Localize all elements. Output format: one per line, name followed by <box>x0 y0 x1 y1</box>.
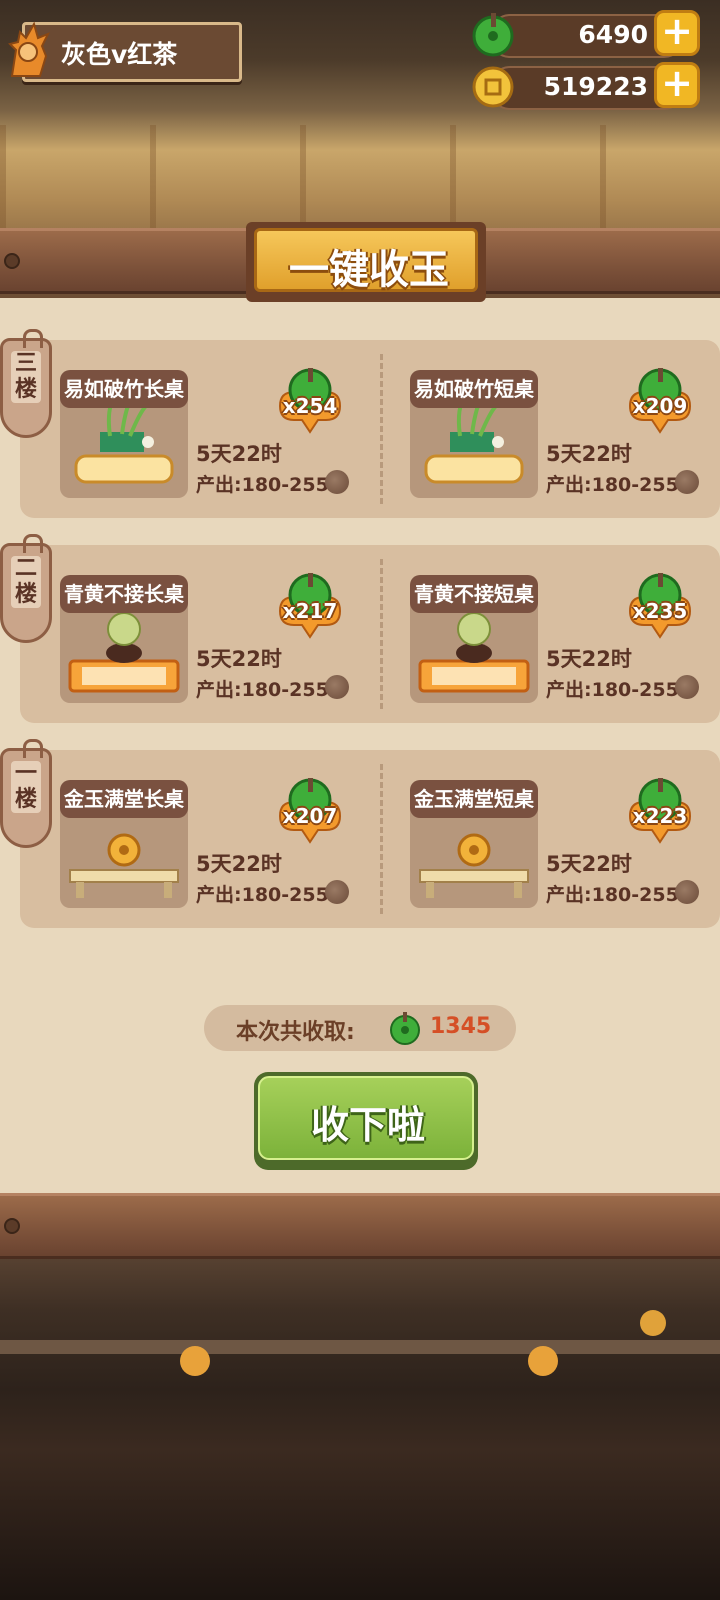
gold-disc-decoration <box>528 1346 558 1376</box>
table-card[interactable]: 金玉满堂长桌 x207 5天22时 产出:180-255 <box>20 750 350 928</box>
floor-tag: 二楼 <box>0 534 52 643</box>
table-name: 青黄不接长桌 <box>60 575 188 613</box>
table-card[interactable]: 易如破竹长桌 x254 5天22时 产出:180-255 <box>20 340 350 518</box>
coin-currency-bar: 519223 + <box>472 62 700 110</box>
player-name-panel[interactable]: 灰色v红茶 <box>22 22 242 82</box>
gold-disc-decoration <box>180 1346 210 1376</box>
player-name: 灰色v红茶 <box>61 40 178 69</box>
timer-text: 5天22时 <box>546 442 632 466</box>
jade-count-badge: x209 <box>624 366 696 436</box>
jade-count-badge: x217 <box>274 571 346 641</box>
floor-tag: 一楼 <box>0 739 52 848</box>
collect-button[interactable]: 收下啦 <box>254 1072 478 1170</box>
timer-text: 5天22时 <box>196 852 282 876</box>
jade-count-badge: x207 <box>274 776 346 846</box>
timer-text: 5天22时 <box>546 852 632 876</box>
jade-count-badge: x235 <box>624 571 696 641</box>
floor-section: 青黄不接长桌 x217 5天22时 产出:180-255 青黄不接短桌 x235… <box>20 545 720 723</box>
total-value: 1345 <box>430 1014 492 1039</box>
ore-icon <box>675 880 699 904</box>
lantern-decoration <box>640 1310 666 1336</box>
page-title: 一键收玉 <box>289 247 449 293</box>
jade-count-badge: x223 <box>624 776 696 846</box>
table-name: 易如破竹长桌 <box>60 370 188 408</box>
player-avatar-icon[interactable] <box>4 16 52 78</box>
jade-icon <box>390 1012 420 1045</box>
table-card[interactable]: 青黄不接短桌 x235 5天22时 产出:180-255 <box>370 545 700 723</box>
output-range: 产出:180-255 <box>196 679 329 701</box>
total-collected: 本次共收取: 1345 <box>204 1005 516 1051</box>
jade-count-badge: x254 <box>274 366 346 436</box>
table-card[interactable]: 青黄不接长桌 x217 5天22时 产出:180-255 <box>20 545 350 723</box>
ore-icon <box>325 470 349 494</box>
table-name: 金玉满堂短桌 <box>410 780 538 818</box>
ore-icon <box>675 675 699 699</box>
jade-amount: 6490 <box>578 20 648 49</box>
collect-panel: 易如破竹长桌 x254 5天22时 产出:180-255 易如破竹短桌 x209… <box>0 298 720 1193</box>
floor-tag: 三楼 <box>0 329 52 438</box>
floor-section: 易如破竹长桌 x254 5天22时 产出:180-255 易如破竹短桌 x209… <box>20 340 720 518</box>
ore-icon <box>675 470 699 494</box>
jade-currency-bar: 6490 + <box>472 10 700 58</box>
timer-text: 5天22时 <box>196 442 282 466</box>
ore-icon <box>325 675 349 699</box>
table-card[interactable]: 易如破竹短桌 x209 5天22时 产出:180-255 <box>370 340 700 518</box>
table-name: 金玉满堂长桌 <box>60 780 188 818</box>
lower-wood-beam <box>0 1193 720 1259</box>
output-range: 产出:180-255 <box>546 474 679 496</box>
output-range: 产出:180-255 <box>546 679 679 701</box>
scene-background-bottom <box>0 1250 720 1600</box>
collect-button-label: 收下啦 <box>310 1103 425 1147</box>
coin-amount: 519223 <box>543 72 648 101</box>
output-range: 产出:180-255 <box>546 884 679 906</box>
add-coin-button[interactable]: + <box>654 62 700 108</box>
ore-icon <box>325 880 349 904</box>
table-name: 易如破竹短桌 <box>410 370 538 408</box>
title-plaque: 一键收玉 <box>246 222 486 302</box>
table-card[interactable]: 金玉满堂短桌 x223 5天22时 产出:180-255 <box>370 750 700 928</box>
table-name: 青黄不接短桌 <box>410 575 538 613</box>
timer-text: 5天22时 <box>546 647 632 671</box>
add-jade-button[interactable]: + <box>654 10 700 56</box>
output-range: 产出:180-255 <box>196 884 329 906</box>
total-label: 本次共收取: <box>236 1020 355 1045</box>
output-range: 产出:180-255 <box>196 474 329 496</box>
timer-text: 5天22时 <box>196 647 282 671</box>
jade-icon <box>472 13 514 57</box>
coin-icon <box>472 66 514 108</box>
floor-section: 金玉满堂长桌 x207 5天22时 产出:180-255 金玉满堂短桌 x223… <box>20 750 720 928</box>
